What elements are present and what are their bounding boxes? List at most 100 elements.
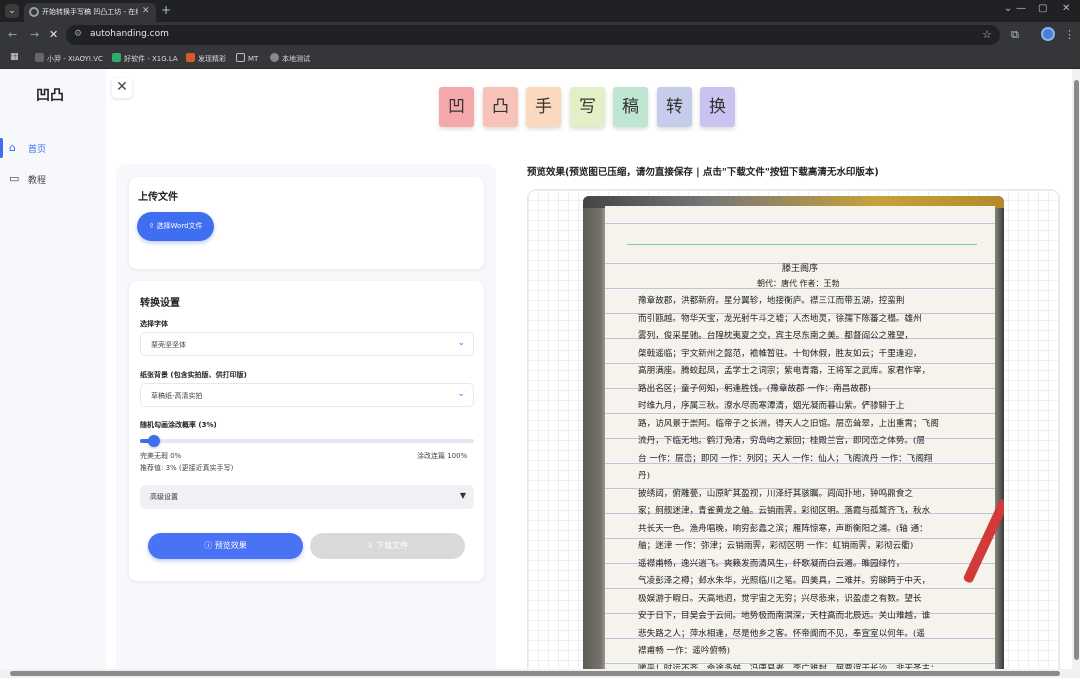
handwritten-line: 路出名区；童子何知，躬逢胜饯。(豫章故郡 一作：南昌故郡) [638, 383, 871, 394]
margin-line [627, 244, 977, 245]
preview-title: 预览效果(预览图已压缩，请勿直接保存 | 点击"下载文件"按钮下载高清无水印版本… [527, 167, 879, 178]
background-label: 纸张背景 (包含实拍版、供打印版) [140, 371, 247, 379]
menu-icon[interactable]: ⋮ [1064, 28, 1075, 41]
handwritten-line: 台 一作：层峦；即冈 一作：列冈；天人 一作：仙人；飞阁流丹 一作：飞阁翔 [638, 453, 933, 464]
handwritten-line: 高朋满座。腾蛟起凤，孟学士之词宗；紫电青霜，王将军之武库。家君作宰， [638, 366, 931, 376]
new-tab-button[interactable]: + [161, 3, 171, 17]
back-button[interactable]: ← [8, 28, 17, 41]
handwritten-line: 舳；迷津 一作：弥津；云销雨霁，彩彻区明 一作：虹销雨霁，彩彻云衢) [638, 541, 914, 551]
tab-search-button[interactable]: ⌄ [5, 4, 19, 18]
handwritten-line: 棨戟遥临；宇文新州之懿范，襜帷暂驻。十旬休假，胜友如云；千里逢迎， [638, 348, 922, 359]
title-char: 写 [570, 87, 605, 127]
slider-max-label: 涂改连篇 100% [417, 452, 468, 460]
choose-word-file-button[interactable]: ⇪ 选择Word文件 [137, 212, 214, 241]
handwritten-line: 气凌彭泽之樽；邺水朱华，光照临川之笔。四美具，二难并。穷睇眄于中天， [638, 576, 931, 586]
profile-avatar[interactable] [1041, 27, 1055, 41]
sidebar: 凹凸 ⌂ 首页 ▭ 教程 [0, 69, 106, 669]
sidebar-item-label: 首页 [28, 145, 47, 155]
preview-area: 滕王阁序 朝代：唐代 作者：王勃 豫章故郡，洪都新府。星分翼轸，地接衡庐。襟三江… [527, 189, 1060, 669]
settings-card: 转换设置 选择字体 栗壳坚坚体 ⌄ 纸张背景 (包含实拍版、供打印版) 草稿纸-… [129, 281, 484, 581]
globe-icon [270, 53, 279, 62]
settings-title: 转换设置 [140, 298, 180, 309]
doc-subtitle: 朝代：唐代 作者：王勃 [757, 279, 840, 288]
handwritten-line: 丹) [638, 471, 650, 481]
slider-min-label: 完美无瑕 0% [140, 452, 182, 460]
paper-sheet: 滕王阁序 朝代：唐代 作者：王勃 豫章故郡，洪都新府。星分翼轸，地接衡庐。襟三江… [605, 206, 995, 669]
handwritten-line: 悲失路之人；萍水相逢，尽是他乡之客。怀帝阍而不见，奉宣室以何年。(遥 [638, 628, 925, 639]
apps-icon[interactable]: ▦ [10, 52, 19, 62]
tab-strip: ⌄ 开始转换手写稿 凹凸工坊 - 在线 ✕ + ⌄ — ▢ ✕ [0, 0, 1080, 22]
browser-toolbar: ← → ✕ ⚙ autohanding.com ☆ ⧉ ⋮ [0, 22, 1080, 48]
bookmark-folder[interactable]: MT [236, 53, 258, 63]
tab-title: 开始转换手写稿 凹凸工坊 - 在线 [42, 8, 138, 16]
book-icon: ▭ [9, 172, 20, 185]
sidebar-item-home[interactable]: ⌂ 首页 [0, 137, 106, 159]
bookmarks-bar: ▦ 小羿 - XIAOYI.VC 好软件 - X1G.LA 发现精彩 MT 本地… [0, 48, 1080, 69]
folder-icon [236, 53, 245, 62]
handwritten-line: 流丹，下临无地。鹤汀凫渚，穷岛屿之萦回；桂殿兰宫，即冈峦之体势。(层 [638, 436, 925, 446]
title-char: 稿 [613, 87, 648, 127]
upload-title: 上传文件 [138, 192, 178, 203]
handwritten-line: 而引瓯越。物华天宝，龙光射牛斗之墟；人杰地灵，徐孺下陈蕃之榻。雄州 [638, 313, 922, 324]
handwritten-line: 路，访风景于崇阿。临帝子之长洲，得天人之旧馆。层峦耸翠，上出重霄；飞阁 [638, 418, 939, 429]
doc-title: 滕王阁序 [782, 264, 819, 274]
background-select-value: 草稿纸-高清实拍 [151, 392, 203, 400]
font-select-value: 栗壳坚坚体 [151, 341, 186, 349]
preview-image: 滕王阁序 朝代：唐代 作者：王勃 豫章故郡，洪都新府。星分翼轸，地接衡庐。襟三江… [583, 196, 1004, 669]
bookmark-item[interactable]: 好软件 - X1G.LA [112, 53, 178, 64]
handwritten-line: 遥襟甫畅，逸兴遄飞。爽籁发而清风生，纤歌凝而白云遏。睢园绿竹， [638, 558, 905, 569]
probability-slider[interactable] [140, 439, 474, 443]
bookmark-item[interactable]: 本地测试 [270, 53, 310, 64]
chevron-down-icon: ⌄ [457, 338, 465, 348]
browser-tab[interactable]: 开始转换手写稿 凹凸工坊 - 在线 ✕ [24, 3, 156, 22]
download-button[interactable]: ⇩ 下载文件 [310, 533, 465, 559]
sidebar-item-tutorial[interactable]: ▭ 教程 [0, 168, 106, 190]
probability-label: 随机勾画涂改概率 (3%) [140, 421, 217, 429]
advanced-settings-label: 高级设置 [150, 493, 178, 501]
logo: 凹凸 [36, 88, 64, 104]
loading-icon [29, 7, 39, 17]
bookmark-favicon-icon [112, 53, 121, 62]
handwritten-line: 家；舸舰迷津，青雀黄龙之舳。云销雨霁，彩彻区明。落霞与孤鹜齐飞，秋水 [638, 506, 931, 516]
preview-button[interactable]: ⓘ 预览效果 [148, 533, 303, 559]
handwritten-line: 披绣闼，俯雕甍，山原旷其盈视，川泽纡其骇瞩。闾阎扑地，钟鸣鼎食之 [638, 488, 914, 499]
extensions-icon[interactable]: ⧉ [1011, 28, 1019, 42]
title-char: 凹 [439, 87, 474, 127]
title-char: 换 [700, 87, 735, 127]
minimize-button[interactable]: — [1016, 3, 1026, 14]
font-label: 选择字体 [140, 320, 168, 328]
close-button[interactable]: ✕ [112, 78, 132, 98]
stop-button[interactable]: ✕ [49, 28, 58, 41]
bookmark-star-icon[interactable]: ☆ [982, 28, 992, 41]
handwritten-line: 极娱游于暇日。天高地迥，觉宇宙之无穷；兴尽悲来，识盈虚之有数。望长 [638, 593, 922, 604]
bookmark-item[interactable]: 发现精彩 [186, 53, 226, 64]
page-content: 凹凸 ⌂ 首页 ▭ 教程 ✕ 凹 凸 手 写 稿 转 换 上传文件 ⇪ 选择Wo… [0, 69, 1072, 669]
maximize-button[interactable]: ▢ [1038, 3, 1047, 14]
bookmark-item[interactable]: 小羿 - XIAOYI.VC [35, 53, 103, 64]
info-icon: ⓘ [204, 541, 215, 550]
site-info-icon[interactable]: ⚙ [74, 29, 82, 39]
vertical-scrollbar-thumb[interactable] [1074, 80, 1079, 660]
handwritten-line: 共长天一色。渔舟唱晚，响穷彭蠡之滨；雁阵惊寒，声断衡阳之浦。(轴 通： [638, 523, 928, 534]
handwritten-line: 安于日下，目吴会于云间。地势极而南溟深，天柱高而北辰远。关山难越，谁 [638, 611, 931, 621]
close-window-button[interactable]: ✕ [1062, 3, 1070, 14]
bookmark-favicon-icon [35, 53, 44, 62]
browser-window: ⌄ 开始转换手写稿 凹凸工坊 - 在线 ✕ + ⌄ — ▢ ✕ ← → ✕ ⚙ … [0, 0, 1080, 678]
tab-close-icon[interactable]: ✕ [142, 6, 150, 16]
recommend-text: 推荐值: 3% (更接近真实手写) [140, 464, 234, 472]
title-char: 转 [657, 87, 692, 127]
tab-list-icon[interactable]: ⌄ [1004, 3, 1012, 14]
advanced-settings-toggle[interactable]: 高级设置 ▼ [140, 485, 474, 509]
background-select[interactable]: 草稿纸-高清实拍 ⌄ [140, 383, 474, 407]
address-bar[interactable]: ⚙ autohanding.com ☆ [66, 25, 1000, 45]
horizontal-scrollbar-thumb[interactable] [10, 671, 1060, 676]
font-select[interactable]: 栗壳坚坚体 ⌄ [140, 332, 474, 356]
forward-button[interactable]: → [30, 28, 39, 41]
caret-down-icon: ▼ [459, 491, 466, 500]
sidebar-item-label: 教程 [28, 176, 47, 186]
title-char: 凸 [483, 87, 518, 127]
home-icon: ⌂ [9, 141, 16, 154]
chevron-down-icon: ⌄ [457, 389, 465, 399]
probability-slider-handle[interactable] [148, 435, 161, 447]
upload-card: 上传文件 ⇪ 选择Word文件 [129, 177, 484, 269]
